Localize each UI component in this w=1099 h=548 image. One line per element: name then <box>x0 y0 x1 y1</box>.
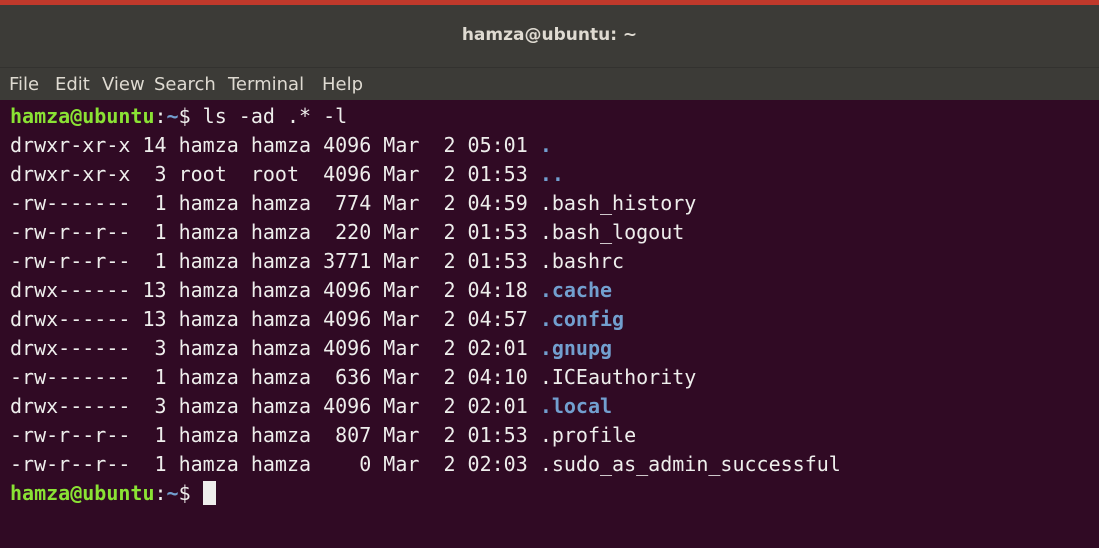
file-metadata: drwx------ 3 hamza hamza 4096 Mar 2 02:0… <box>10 336 540 360</box>
prompt-path: ~ <box>166 481 179 505</box>
prompt-symbol: $ <box>178 104 191 128</box>
listing-row: drwx------ 3 hamza hamza 4096 Mar 2 02:0… <box>10 392 612 421</box>
file-name: .bash_history <box>539 191 697 215</box>
menu-search[interactable]: Search <box>154 74 216 95</box>
file-metadata: -rw-r--r-- 1 hamza hamza 807 Mar 2 01:53 <box>10 423 540 447</box>
prompt-user-host: hamza@ubuntu <box>10 104 155 128</box>
listing-row: -rw-r--r-- 1 hamza hamza 220 Mar 2 01:53… <box>10 218 684 247</box>
file-metadata: drwxr-xr-x 3 root root 4096 Mar 2 01:53 <box>10 162 540 186</box>
current-prompt-line: hamza@ubuntu:~$ <box>10 479 216 508</box>
menu-help[interactable]: Help <box>322 74 363 95</box>
prompt-path: ~ <box>166 104 179 128</box>
typed-command: ls -ad .* -l <box>190 104 348 128</box>
command-line: hamza@ubuntu:~$ ls -ad .* -l <box>10 104 348 128</box>
file-name: .ICEauthority <box>539 365 697 389</box>
file-metadata: -rw-r--r-- 1 hamza hamza 3771 Mar 2 01:5… <box>10 249 540 273</box>
file-metadata: -rw------- 1 hamza hamza 636 Mar 2 04:10 <box>10 365 540 389</box>
menu-view[interactable]: View <box>102 74 145 95</box>
terminal-output[interactable]: hamza@ubuntu:~$ ls -ad .* -l drwxr-xr-x … <box>0 100 1099 548</box>
file-name: .cache <box>539 278 613 302</box>
file-name: .bashrc <box>539 249 625 273</box>
file-metadata: drwxr-xr-x 14 hamza hamza 4096 Mar 2 05:… <box>10 133 540 157</box>
listing-row: -rw------- 1 hamza hamza 636 Mar 2 04:10… <box>10 363 696 392</box>
file-metadata: -rw-r--r-- 1 hamza hamza 0 Mar 2 02:03 <box>10 452 540 476</box>
menu-bar: File Edit View Search Terminal Help <box>0 67 1099 101</box>
menu-edit[interactable]: Edit <box>55 74 90 95</box>
title-bar[interactable]: hamza@ubuntu: ~ <box>0 5 1099 67</box>
file-name: .gnupg <box>539 336 613 360</box>
listing-row: drwxr-xr-x 3 root root 4096 Mar 2 01:53 … <box>10 160 564 189</box>
file-name: .config <box>539 307 625 331</box>
prompt-user-host: hamza@ubuntu <box>10 481 155 505</box>
listing-row: -rw-r--r-- 1 hamza hamza 807 Mar 2 01:53… <box>10 421 636 450</box>
menu-file[interactable]: File <box>9 74 39 95</box>
file-name: .local <box>539 394 613 418</box>
prompt-symbol: $ <box>178 481 191 505</box>
file-name: .bash_logout <box>539 220 685 244</box>
listing-row: -rw------- 1 hamza hamza 774 Mar 2 04:59… <box>10 189 696 218</box>
file-metadata: drwx------ 13 hamza hamza 4096 Mar 2 04:… <box>10 307 540 331</box>
file-name: .. <box>539 162 564 186</box>
file-name: .profile <box>539 423 637 447</box>
listing-row: drwx------ 13 hamza hamza 4096 Mar 2 04:… <box>10 305 624 334</box>
listing-row: drwxr-xr-x 14 hamza hamza 4096 Mar 2 05:… <box>10 131 552 160</box>
listing-row: drwx------ 3 hamza hamza 4096 Mar 2 02:0… <box>10 334 612 363</box>
text-cursor <box>202 480 216 505</box>
file-metadata: drwx------ 3 hamza hamza 4096 Mar 2 02:0… <box>10 394 540 418</box>
listing-row: drwx------ 13 hamza hamza 4096 Mar 2 04:… <box>10 276 612 305</box>
file-metadata: -rw-r--r-- 1 hamza hamza 220 Mar 2 01:53 <box>10 220 540 244</box>
terminal-window: hamza@ubuntu: ~ File Edit View Search Te… <box>0 0 1099 548</box>
file-metadata: drwx------ 13 hamza hamza 4096 Mar 2 04:… <box>10 278 540 302</box>
window-title: hamza@ubuntu: ~ <box>461 25 638 45</box>
listing-row: -rw-r--r-- 1 hamza hamza 3771 Mar 2 01:5… <box>10 247 624 276</box>
file-name: . <box>539 133 552 157</box>
listing-row: -rw-r--r-- 1 hamza hamza 0 Mar 2 02:03 .… <box>10 450 841 479</box>
file-metadata: -rw------- 1 hamza hamza 774 Mar 2 04:59 <box>10 191 540 215</box>
file-name: .sudo_as_admin_successful <box>539 452 841 476</box>
menu-terminal[interactable]: Terminal <box>228 74 304 95</box>
